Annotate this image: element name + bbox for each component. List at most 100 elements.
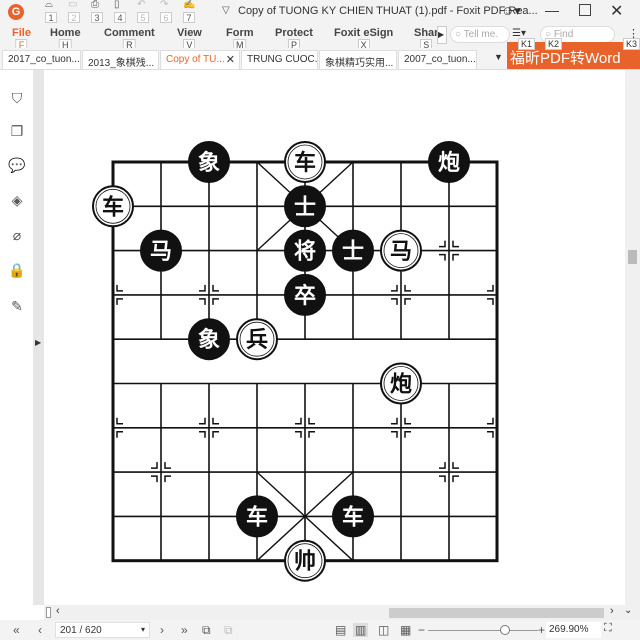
page-number-input[interactable]: 201 / 620 ▾: [55, 622, 150, 638]
position-marker: [404, 298, 411, 305]
continuous-facing-icon[interactable]: ▦: [400, 623, 411, 637]
menu-scroll-right[interactable]: ▶: [437, 26, 447, 44]
print-setup-icon[interactable]: ▭ 2: [65, 0, 83, 23]
document-tab[interactable]: TRUNG CUOC...: [241, 50, 318, 69]
menu-foxit-esign[interactable]: Foxit eSign X: [334, 27, 393, 51]
open-icon[interactable]: ⌓ 1: [42, 0, 60, 23]
single-page-icon[interactable]: ▤: [335, 623, 346, 637]
scroll-down-icon[interactable]: ⌄: [624, 605, 632, 616]
document-tab[interactable]: 2017_co_tuon...: [2, 50, 81, 69]
minimize-button[interactable]: —: [545, 2, 559, 18]
position-marker: [452, 462, 459, 469]
redo-icon[interactable]: ↷ 6: [157, 0, 175, 23]
zoom-out-icon[interactable]: −: [418, 623, 425, 637]
rotate-view-icon[interactable]: ⧉: [202, 623, 211, 638]
horizontal-scrollbar[interactable]: ‹ › ⌄: [44, 605, 640, 620]
zoom-in-icon[interactable]: +: [538, 623, 545, 637]
position-marker: [164, 462, 171, 469]
document-tab[interactable]: 2007_co_tuon...: [398, 50, 477, 69]
vertical-scroll-thumb[interactable]: [628, 250, 637, 264]
sidebar-splitter[interactable]: ▶: [33, 70, 44, 605]
position-marker: [391, 431, 398, 438]
sign-icon[interactable]: ✍ 7: [180, 0, 198, 23]
menu-view[interactable]: View V: [177, 27, 202, 51]
account-icon[interactable]: ☺▾: [501, 3, 521, 19]
new-icon[interactable]: ▯ 4: [111, 0, 129, 23]
key-hint: 6: [160, 12, 172, 23]
piece-label: 车: [294, 150, 316, 176]
menu-label: Shar: [414, 27, 439, 39]
duplicate-view-icon[interactable]: ⧉: [224, 623, 233, 638]
menu-label: View: [177, 27, 202, 39]
tell-me-input[interactable]: ○ Tell me.: [450, 26, 510, 43]
piece-label: 卒: [294, 283, 316, 309]
menu-home[interactable]: Home H: [50, 27, 81, 51]
tab-label: 2007_co_tuon...: [404, 54, 476, 65]
facing-page-icon[interactable]: ◫: [378, 623, 389, 637]
document-tab[interactable]: Copy of TU... ✕: [160, 50, 240, 69]
close-tab-icon[interactable]: ✕: [226, 53, 235, 66]
menu-file[interactable]: File F: [12, 27, 31, 51]
attachment-icon[interactable]: ⌀: [8, 227, 26, 245]
menu-form[interactable]: Form M: [226, 27, 254, 51]
position-marker: [487, 284, 494, 292]
menu-shar[interactable]: Shar S: [414, 27, 439, 51]
print-icon[interactable]: ⎙ 3: [88, 0, 106, 23]
continuous-page-icon[interactable]: ▥: [353, 623, 369, 637]
expand-panel-icon[interactable]: ▶: [35, 338, 41, 347]
last-page-icon[interactable]: »: [181, 623, 188, 637]
prev-page-icon[interactable]: ‹: [38, 623, 42, 637]
vertical-scrollbar[interactable]: [625, 70, 640, 605]
key-hint: K2: [545, 38, 563, 50]
key-hint: 4: [114, 12, 126, 23]
layers-icon[interactable]: ◈: [8, 192, 26, 210]
piece-label: 象: [198, 150, 220, 176]
document-tabs: 2017_co_tuon... 2013_象棋残... Copy of TU... ✕…: [0, 38, 640, 70]
scroll-right-icon[interactable]: ›: [610, 605, 614, 617]
menu-label: File: [12, 27, 31, 39]
tab-label: 象棋精巧实用...: [325, 58, 394, 69]
position-marker: [439, 462, 446, 469]
position-marker: [199, 431, 206, 438]
signature-icon[interactable]: ✎: [8, 298, 26, 316]
position-marker: [116, 298, 123, 305]
tell-me-placeholder: Tell me.: [463, 29, 499, 40]
key-hint: 7: [183, 12, 195, 23]
scroll-left-icon[interactable]: ‹: [56, 605, 60, 617]
piece-label: 士: [342, 240, 364, 265]
piece-label: 马: [150, 240, 172, 265]
position-marker: [439, 253, 446, 261]
first-page-icon[interactable]: «: [13, 623, 20, 637]
position-marker: [391, 417, 398, 425]
position-marker: [199, 298, 206, 305]
position-marker: [116, 417, 123, 425]
maximize-button[interactable]: [579, 4, 591, 16]
zoom-slider[interactable]: [428, 630, 538, 631]
position-marker: [487, 417, 494, 425]
horizontal-scroll-thumb[interactable]: [46, 607, 51, 618]
next-page-icon[interactable]: ›: [160, 623, 164, 637]
position-marker: [487, 431, 494, 438]
fullscreen-icon[interactable]: ⛶: [604, 622, 612, 635]
pages-icon[interactable]: ❐: [8, 123, 26, 141]
chevron-down-icon[interactable]: ▾: [141, 625, 145, 634]
document-tab[interactable]: 2013_象棋残...: [82, 50, 159, 69]
page-number: 201 / 620: [60, 625, 102, 636]
lock-icon[interactable]: 🔒: [8, 262, 26, 280]
comment-icon[interactable]: 💬: [8, 157, 26, 175]
tab-list-dropdown[interactable]: ▼: [494, 52, 503, 62]
zoom-slider-thumb[interactable]: [500, 625, 510, 635]
undo-icon[interactable]: ↶ 5: [134, 0, 152, 23]
menu-protect[interactable]: Protect P: [275, 27, 313, 51]
menu-label: Protect: [275, 27, 313, 39]
bookmark-icon[interactable]: ⛉: [8, 90, 26, 108]
position-marker: [212, 431, 219, 438]
close-button[interactable]: ✕: [610, 1, 623, 21]
menu-comment[interactable]: Comment R: [104, 27, 155, 51]
zoom-level-input[interactable]: 269.90%: [546, 622, 601, 638]
scroll-track-region[interactable]: [389, 608, 604, 618]
customize-icon[interactable]: ▽: [222, 5, 230, 16]
document-tab[interactable]: 象棋精巧实用...: [319, 50, 397, 69]
pdf-page: 象车炮车士马将士马卒象兵炮车车帅: [44, 70, 625, 605]
position-marker: [164, 475, 171, 483]
